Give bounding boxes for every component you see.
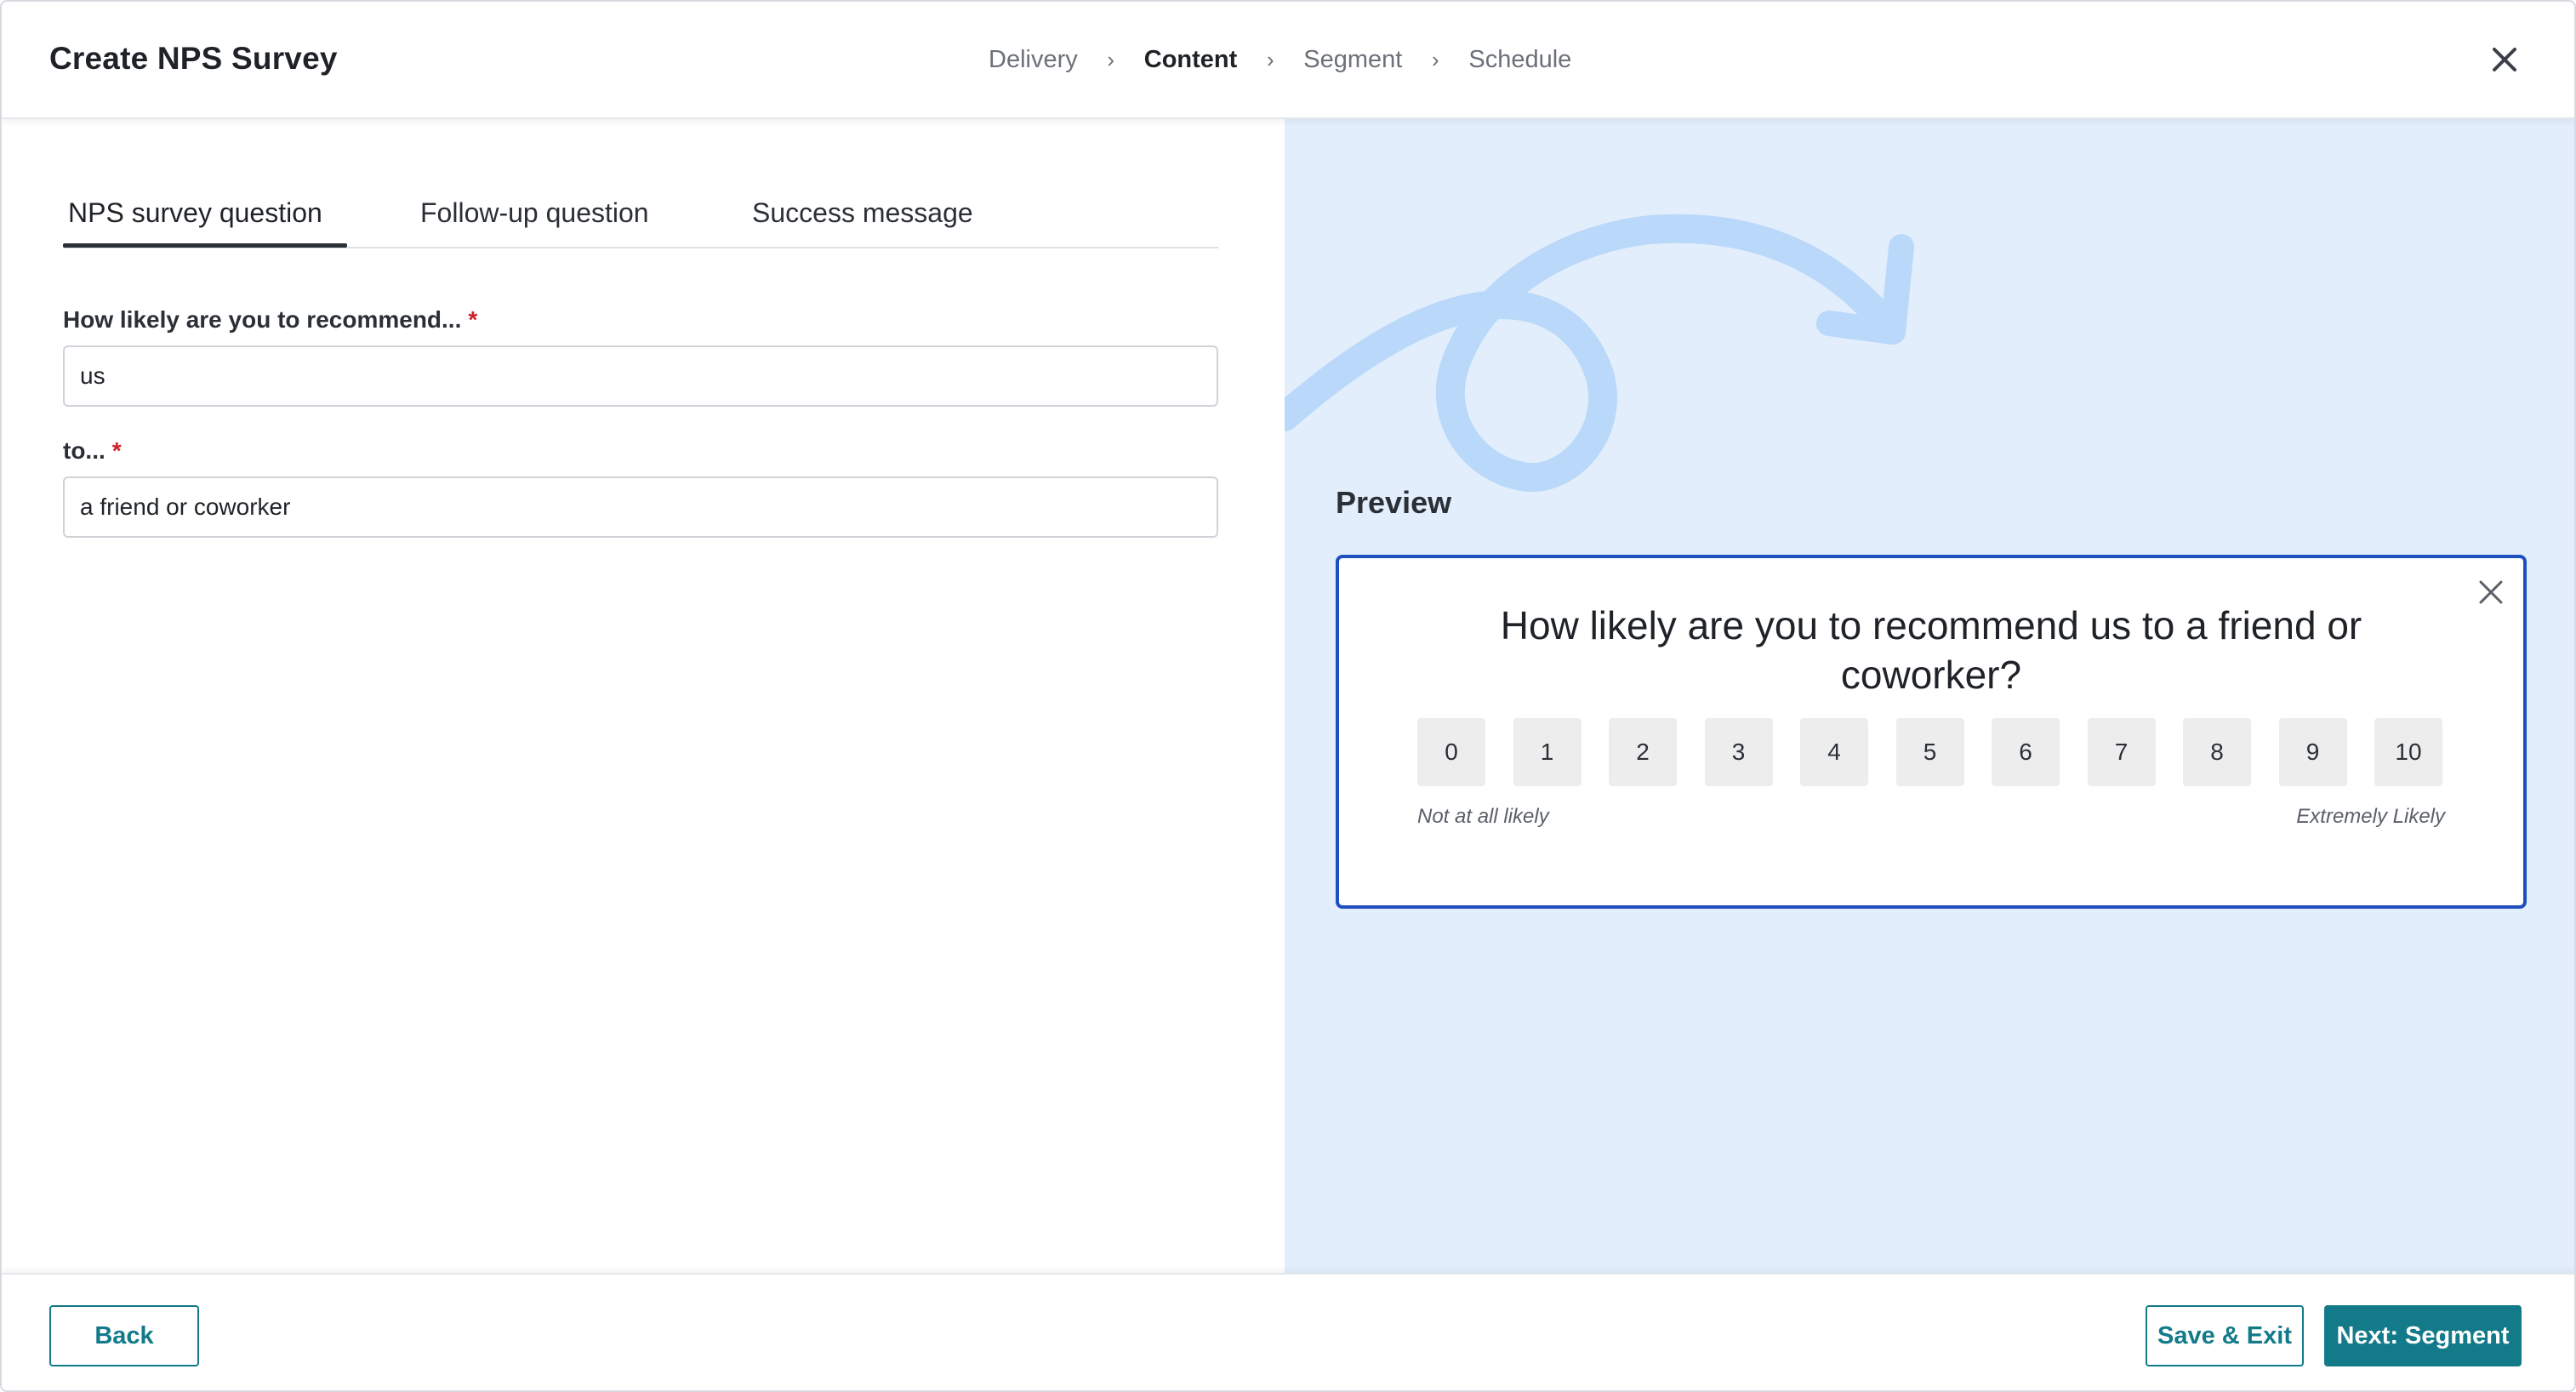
scale-option[interactable]: 9 (2278, 718, 2347, 786)
next-segment-button[interactable]: Next: Segment (2324, 1305, 2522, 1366)
scale-option[interactable]: 7 (2087, 718, 2156, 786)
to-label-text: to... (63, 437, 105, 464)
back-button[interactable]: Back (49, 1305, 199, 1366)
preview-question: How likely are you to recommend us to a … (1500, 603, 2362, 697)
scale-option[interactable]: 1 (1513, 718, 1582, 786)
scale-option[interactable]: 3 (1704, 718, 1773, 786)
page-title: Create NPS Survey (49, 41, 338, 76)
step-delivery[interactable]: Delivery (989, 46, 1078, 74)
step-breadcrumb: Delivery › Content › Segment › Schedule (989, 46, 1571, 74)
scale-high-label: Extremely Likely (2296, 805, 2445, 828)
scale-option[interactable]: 2 (1609, 718, 1677, 786)
preview-panel: Preview How likely are you to recommend … (1285, 119, 2574, 1273)
modal-footer: Back Save & Exit Next: Segment (2, 1273, 2574, 1390)
recommend-label-text: How likely are you to recommend... (63, 306, 462, 333)
decorative-arrow-swirl (1285, 214, 1914, 493)
recommend-input[interactable] (63, 345, 1218, 407)
scale-option[interactable]: 6 (1992, 718, 2060, 786)
to-field-label: to... * (63, 437, 122, 465)
chevron-right-icon: › (1107, 47, 1115, 72)
scale-option[interactable]: 0 (1417, 718, 1485, 786)
scale-low-label: Not at all likely (1417, 805, 1549, 828)
required-mark: * (111, 437, 122, 464)
save-exit-button[interactable]: Save & Exit (2146, 1305, 2304, 1366)
modal-header: Create NPS Survey Delivery › Content › S… (2, 2, 2574, 119)
step-content[interactable]: Content (1144, 46, 1238, 74)
scale-option[interactable]: 4 (1800, 718, 1868, 786)
close-icon[interactable] (2486, 41, 2523, 78)
preview-heading: Preview (1336, 485, 1452, 520)
step-segment[interactable]: Segment (1303, 46, 1402, 74)
nps-preview-card: How likely are you to recommend us to a … (1336, 555, 2527, 909)
tab-nps-survey-question[interactable]: NPS survey question (68, 197, 322, 248)
nps-scale: 0 1 2 3 4 5 6 7 8 9 10 (1417, 718, 2442, 786)
content-tabs: NPS survey question Follow-up question S… (63, 197, 1218, 248)
required-mark: * (468, 306, 478, 333)
scale-option[interactable]: 5 (1895, 718, 1964, 786)
step-schedule[interactable]: Schedule (1468, 46, 1571, 74)
chevron-right-icon: › (1432, 47, 1439, 72)
scale-option[interactable]: 8 (2183, 718, 2251, 786)
tab-follow-up-question[interactable]: Follow-up question (420, 197, 649, 248)
scale-option[interactable]: 10 (2374, 718, 2442, 786)
tab-success-message[interactable]: Success message (752, 197, 973, 248)
chevron-right-icon: › (1266, 47, 1274, 72)
recommend-field-label: How likely are you to recommend... * (63, 306, 477, 334)
survey-modal: Create NPS Survey Delivery › Content › S… (0, 0, 2576, 1392)
to-input[interactable] (63, 476, 1218, 538)
content-editor-panel: NPS survey question Follow-up question S… (2, 119, 1285, 1273)
active-tab-indicator (63, 243, 347, 248)
